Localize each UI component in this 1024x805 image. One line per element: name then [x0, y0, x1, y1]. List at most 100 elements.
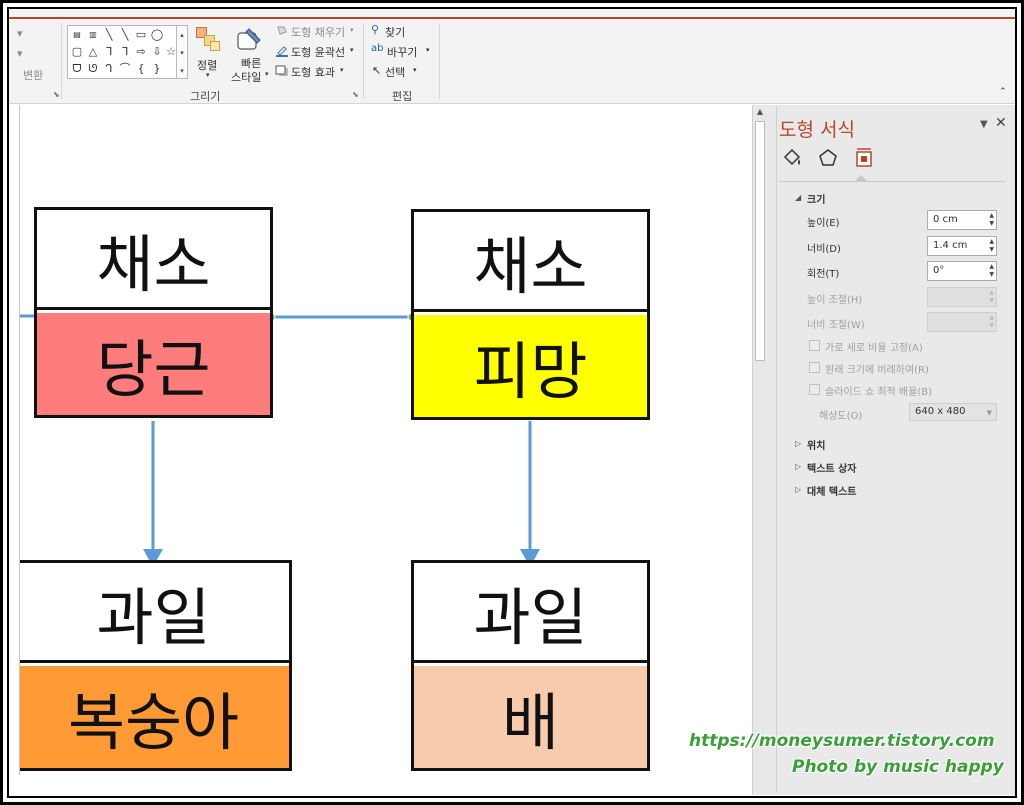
height-label: 높이(E) — [807, 218, 840, 229]
alt-text-expand-icon[interactable]: ▷ — [795, 485, 801, 494]
shape-fill-button[interactable]: 도형 채우기 — [291, 24, 345, 40]
resolution-chevron-icon[interactable]: ▼ — [987, 405, 992, 421]
rounded-rect-shape-icon[interactable]: ▢ — [70, 45, 84, 59]
textbox-shape-icon[interactable]: ▤ — [70, 28, 84, 42]
curve-shape-icon[interactable]: ᒉ — [102, 62, 116, 76]
ribbon-launcher-left[interactable]: ⬊ — [53, 90, 60, 99]
gallery-more-icon[interactable]: ▾ — [177, 62, 187, 80]
shape-effects-chevron-icon[interactable]: ▾ — [340, 66, 344, 74]
alt-text-section-header[interactable]: 대체 텍스트 — [807, 483, 856, 498]
ribbon: ▾ ▾ 변환 ⬊ ▤ ▥ ╲ ╲ ▭ ◯ ▢ △ ᒣ ᒣ ⇨ ⇩ ᗜ ᘎ ᒉ ⌒… — [9, 9, 1015, 104]
canvas-scrollbar[interactable]: ▲ — [752, 105, 767, 795]
brace-right-shape-icon[interactable]: } — [150, 62, 164, 76]
pane-options-icon[interactable]: ▼ — [980, 119, 988, 130]
resolution-select[interactable]: 640 x 480 ▼ — [909, 403, 997, 421]
arrange-chevron-icon[interactable]: ▾ — [206, 71, 210, 79]
shape-fill-icon[interactable] — [275, 25, 289, 37]
width-input[interactable]: 1.4 cm ▲ ▼ — [927, 236, 997, 256]
elbow-connector-shape-icon[interactable]: ᒣ — [102, 45, 116, 59]
position-expand-icon[interactable]: ▷ — [795, 439, 801, 448]
screenshot-frame: ▾ ▾ 변환 ⬊ ▤ ▥ ╲ ╲ ▭ ◯ ▢ △ ᒣ ᒣ ⇨ ⇩ ᗜ ᘎ ᒉ ⌒… — [7, 7, 1017, 798]
find-icon[interactable]: ⚲ — [371, 23, 379, 36]
shape-fill-chevron-icon[interactable]: ▾ — [350, 26, 354, 34]
shapes-gallery[interactable]: ▤ ▥ ╲ ╲ ▭ ◯ ▢ △ ᒣ ᒣ ⇨ ⇩ ᗜ ᘎ ᒉ ⌒ { } ☆ — [67, 25, 177, 79]
textbox-expand-icon[interactable]: ▷ — [795, 462, 801, 471]
shapes-gallery-scroll[interactable]: ▴ ▾ ▾ — [176, 25, 188, 79]
node-body: 피망 — [414, 315, 647, 417]
node-fruit-pear[interactable]: 과일 배 — [411, 560, 650, 771]
freeform-shape-icon[interactable]: ᗜ — [70, 62, 84, 76]
node-header: 과일 — [19, 563, 289, 663]
triangle-shape-icon[interactable]: △ — [86, 45, 100, 59]
node-vegetable-pepper[interactable]: 채소 피망 — [411, 209, 650, 420]
shape-outline-button[interactable]: 도형 윤곽선 — [291, 44, 345, 60]
fill-line-tab-icon[interactable] — [781, 147, 803, 169]
node-fruit-peach[interactable]: 과일 복숭아 — [19, 560, 292, 771]
height-spinner-icon[interactable]: ▲ ▼ — [989, 212, 994, 228]
gallery-up-icon[interactable]: ▴ — [177, 26, 187, 44]
select-chevron-icon[interactable]: ▾ — [413, 66, 417, 74]
scale-height-input[interactable]: ▲ ▼ — [927, 287, 997, 307]
replace-button[interactable]: 바꾸기 — [387, 44, 417, 60]
width-spinner-icon[interactable]: ▲ ▼ — [989, 238, 994, 254]
position-section-header[interactable]: 위치 — [807, 437, 825, 452]
scribble-shape-icon[interactable]: ᘎ — [86, 62, 100, 76]
best-scale-checkbox[interactable] — [809, 384, 820, 395]
quick-styles-icon[interactable] — [235, 25, 263, 53]
shape-outline-icon[interactable] — [275, 45, 289, 57]
shape-effects-icon[interactable] — [275, 65, 289, 77]
scroll-up-icon[interactable]: ▲ — [753, 105, 767, 119]
node-vegetable-carrot[interactable]: 채소 당근 — [34, 207, 273, 418]
arrow-line-shape-icon[interactable]: ╲ — [118, 28, 132, 42]
pane-close-icon[interactable]: ✕ — [995, 115, 1007, 131]
find-button[interactable]: 찾기 — [385, 24, 405, 40]
scale-width-input[interactable]: ▲ ▼ — [927, 312, 997, 332]
gallery-down-icon[interactable]: ▾ — [177, 44, 187, 62]
quick-styles-label-2[interactable]: 스타일 — [231, 69, 261, 85]
line-shape-icon[interactable]: ╲ — [102, 28, 116, 42]
group-separator — [363, 23, 364, 99]
shape-effects-button[interactable]: 도형 효과 — [291, 64, 335, 80]
shape-outline-chevron-icon[interactable]: ▾ — [350, 46, 354, 54]
slide-canvas[interactable]: 채소 당근 채소 피망 과일 복숭아 과일 배 — [19, 105, 752, 775]
drawing-launcher-icon[interactable]: ⬊ — [352, 90, 359, 99]
relative-original-checkbox[interactable] — [809, 362, 820, 373]
lock-aspect-checkbox[interactable] — [809, 340, 820, 351]
ribbon-left-item-1[interactable]: ▾ — [17, 27, 23, 40]
arrange-icon[interactable] — [196, 27, 222, 53]
collapse-ribbon-icon[interactable]: ⌃ — [999, 87, 1007, 97]
size-properties-tab-icon[interactable] — [853, 147, 875, 169]
scroll-thumb[interactable] — [755, 121, 765, 361]
active-tab-marker — [855, 175, 867, 181]
rectangle-shape-icon[interactable]: ▭ — [134, 28, 148, 42]
size-section-expand-icon[interactable]: ◢ — [795, 193, 801, 202]
elbow-arrow-shape-icon[interactable]: ᒣ — [118, 45, 132, 59]
right-arrow-shape-icon[interactable]: ⇨ — [134, 45, 148, 59]
oval-shape-icon[interactable]: ◯ — [150, 28, 164, 42]
down-arrow-shape-icon[interactable]: ⇩ — [150, 45, 164, 59]
select-button[interactable]: 선택 — [385, 64, 405, 80]
pane-title: 도형 서식 — [779, 119, 855, 141]
size-section-header[interactable]: 크기 — [807, 191, 825, 206]
replace-icon[interactable]: ab — [371, 43, 383, 54]
rotation-spinner-icon[interactable]: ▲ ▼ — [989, 263, 994, 279]
node-header: 과일 — [414, 563, 647, 663]
replace-chevron-icon[interactable]: ▾ — [426, 46, 430, 54]
node-header: 채소 — [37, 210, 270, 310]
brace-left-shape-icon[interactable]: { — [134, 62, 148, 76]
width-label: 너비(D) — [807, 244, 841, 255]
height-input[interactable]: 0 cm ▲ ▼ — [927, 210, 997, 230]
pane-tab-divider — [779, 181, 1005, 182]
arc-shape-icon[interactable]: ⌒ — [118, 62, 132, 76]
node-body: 당근 — [37, 313, 270, 415]
rotation-input[interactable]: 0° ▲ ▼ — [927, 261, 997, 281]
select-cursor-icon[interactable]: ↖ — [372, 64, 381, 77]
group-separator — [439, 23, 440, 99]
textbox-section-header[interactable]: 텍스트 상자 — [807, 460, 856, 475]
ribbon-left-convert[interactable]: 변환 — [23, 67, 43, 83]
ribbon-left-item-2[interactable]: ▾ — [17, 47, 23, 60]
scale-height-spinner-icon: ▲ ▼ — [989, 289, 994, 304]
vertical-textbox-shape-icon[interactable]: ▥ — [86, 28, 100, 42]
quick-styles-chevron-icon[interactable]: ▾ — [265, 70, 269, 78]
effects-tab-icon[interactable] — [817, 147, 839, 169]
